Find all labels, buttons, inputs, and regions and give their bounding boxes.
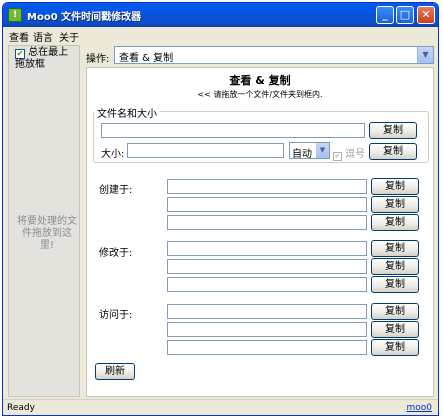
- copy-created-3-button[interactable]: 复制: [371, 214, 419, 231]
- drop-box-label: 拖放框: [15, 59, 45, 70]
- checkmark-icon: ✔: [15, 49, 25, 59]
- copy-modified-1-button[interactable]: 复制: [371, 240, 419, 257]
- drop-panel[interactable]: ✔ 总在最上 拖放框 将要处理的文件拖放到这里!: [8, 45, 80, 397]
- menu-about[interactable]: 关于: [59, 29, 79, 44]
- menu-bar: 查看 语言 关于: [3, 27, 438, 44]
- size-label: 大小:: [101, 149, 125, 160]
- comma-label: 逗号: [345, 149, 366, 160]
- maximize-button[interactable]: □: [396, 6, 414, 24]
- refresh-button[interactable]: 刷新: [95, 363, 135, 380]
- created-field-2[interactable]: [167, 197, 367, 212]
- modified-field-2[interactable]: [167, 259, 367, 274]
- chevron-down-icon[interactable]: ▼: [316, 143, 329, 158]
- copy-accessed-3-button[interactable]: 复制: [371, 339, 419, 356]
- section-heading: 查看 & 复制: [229, 74, 291, 87]
- main-panel: 查看 & 复制 << 请拖放一个文件/文件夹到框内. 文件名和大小 复制 大小:…: [86, 67, 434, 397]
- title-bar[interactable]: ! Moo0 文件时间戳修改器 _ □ ✕: [3, 3, 438, 27]
- menu-view[interactable]: 查看: [9, 29, 29, 44]
- app-window: ! Moo0 文件时间戳修改器 _ □ ✕ 查看 语言 关于 ✔ 总在最上 拖放…: [2, 2, 439, 416]
- size-field[interactable]: [127, 143, 284, 158]
- modified-field-1[interactable]: [167, 241, 367, 256]
- copy-modified-2-button[interactable]: 复制: [371, 258, 419, 275]
- copy-created-1-button[interactable]: 复制: [371, 178, 419, 195]
- checkmark-icon: ✔: [333, 152, 342, 161]
- copy-created-2-button[interactable]: 复制: [371, 196, 419, 213]
- operation-select[interactable]: 查看 & 复制 ▼: [114, 46, 434, 64]
- close-button[interactable]: ✕: [417, 6, 435, 24]
- copy-modified-3-button[interactable]: 复制: [371, 276, 419, 293]
- window-title: Moo0 文件时间戳修改器: [27, 12, 142, 23]
- app-icon: !: [8, 8, 22, 22]
- section-subheading: << 请拖放一个文件/文件夹到框内.: [197, 90, 323, 99]
- comma-checkbox[interactable]: ✔ 逗号: [333, 145, 365, 161]
- copy-size-button[interactable]: 复制: [369, 143, 417, 160]
- chevron-down-icon[interactable]: ▼: [417, 47, 433, 63]
- accessed-field-2[interactable]: [167, 322, 367, 337]
- size-unit-select[interactable]: 自动 ▼: [289, 142, 330, 160]
- filename-field[interactable]: [101, 123, 365, 138]
- created-field-1[interactable]: [167, 179, 367, 194]
- modified-field-3[interactable]: [167, 277, 367, 292]
- minimize-button[interactable]: _: [376, 6, 394, 24]
- copy-accessed-2-button[interactable]: 复制: [371, 321, 419, 338]
- created-label: 创建于:: [99, 185, 133, 196]
- status-text: Ready: [7, 403, 35, 413]
- moo0-link[interactable]: moo0: [406, 403, 432, 413]
- filename-group-title: 文件名和大小: [95, 105, 159, 120]
- copy-filename-button[interactable]: 复制: [369, 122, 417, 139]
- modified-label: 修改于:: [99, 248, 133, 259]
- menu-language[interactable]: 语言: [33, 29, 53, 44]
- drop-hint: 将要处理的文件拖放到这里!: [17, 216, 77, 251]
- accessed-field-3[interactable]: [167, 340, 367, 355]
- always-on-top-label: 总在最上: [28, 47, 69, 58]
- operation-label: 操作:: [86, 54, 110, 65]
- created-field-3[interactable]: [167, 215, 367, 230]
- accessed-label: 访问于:: [99, 310, 133, 321]
- operation-selected: 查看 & 复制: [119, 53, 174, 64]
- status-bar: Ready moo0: [3, 399, 438, 415]
- always-on-top-checkbox[interactable]: ✔ 总在最上 拖放框: [15, 47, 77, 71]
- copy-accessed-1-button[interactable]: 复制: [371, 303, 419, 320]
- accessed-field-1[interactable]: [167, 304, 367, 319]
- size-unit-value: 自动: [292, 149, 312, 160]
